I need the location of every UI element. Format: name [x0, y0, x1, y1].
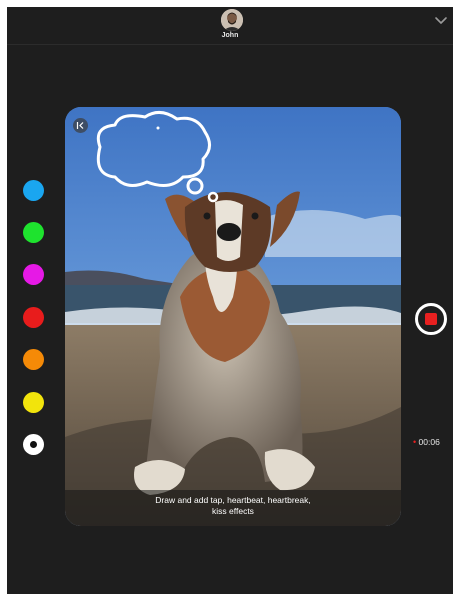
- color-swatch-green[interactable]: [23, 222, 44, 243]
- contact-name: John: [221, 32, 239, 39]
- dog-on-beach-photo: [65, 107, 401, 526]
- color-swatch-orange[interactable]: [23, 349, 44, 370]
- color-swatch-yellow[interactable]: [23, 392, 44, 413]
- caption-line-2: kiss effects: [212, 506, 254, 516]
- color-swatch-blue[interactable]: [23, 180, 44, 201]
- timer-value: 00:06: [418, 437, 440, 447]
- caption-line-1: Draw and add tap, heartbeat, heartbreak,: [155, 495, 311, 505]
- color-swatch-red[interactable]: [23, 307, 44, 328]
- effects-hint-caption: Draw and add tap, heartbeat, heartbreak,…: [65, 490, 401, 526]
- chevron-down-icon[interactable]: [434, 15, 448, 25]
- record-stop-button[interactable]: [415, 303, 447, 335]
- user-avatar-icon: [221, 9, 243, 31]
- recording-timer: • 00:06: [413, 437, 440, 447]
- exit-canvas-icon: [76, 122, 84, 129]
- avatar[interactable]: [221, 9, 243, 31]
- exit-canvas-button[interactable]: [73, 118, 88, 133]
- color-swatch-white-selected[interactable]: [23, 434, 44, 455]
- conversation-header: John: [7, 7, 453, 45]
- color-swatch-magenta[interactable]: [23, 264, 44, 285]
- recording-dot-icon: •: [413, 437, 417, 447]
- stop-record-icon: [425, 313, 437, 325]
- digital-touch-screen: John Draw and add tap, heartbeat, heartb…: [7, 7, 453, 594]
- drawing-canvas[interactable]: Draw and add tap, heartbeat, heartbreak,…: [65, 107, 401, 526]
